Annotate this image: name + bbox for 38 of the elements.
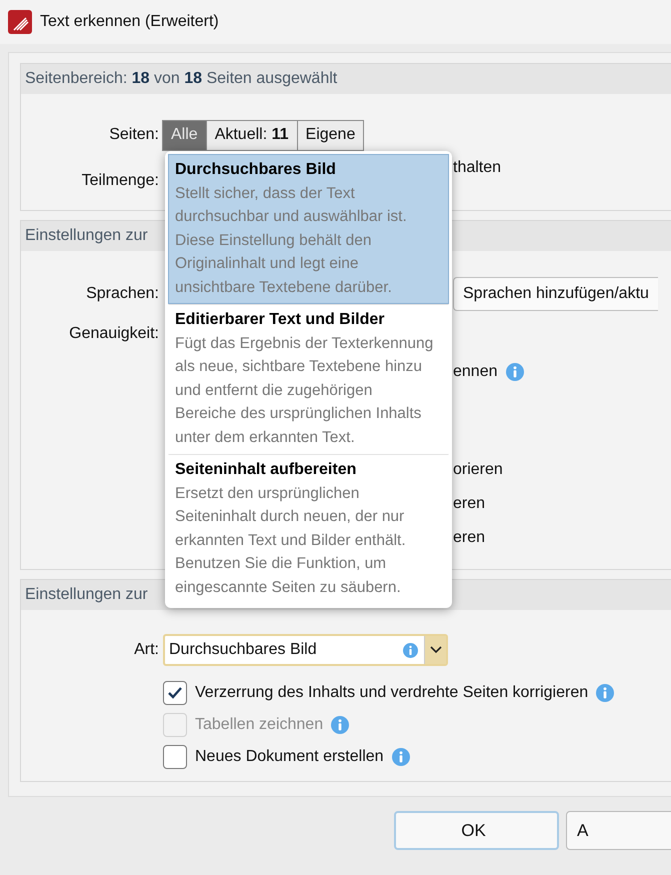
field-label: Genauigkeit: xyxy=(69,325,160,343)
option-label: ennen xyxy=(453,363,498,381)
info-icon[interactable] xyxy=(392,748,410,766)
group-header: Seitenbereich: 18 von 18 Seiten ausgewählt xyxy=(25,70,338,88)
checkbox[interactable] xyxy=(163,681,187,705)
option-label: orieren xyxy=(453,461,503,479)
menu-item[interactable]: Durchsuchbares Bild Stellt sicher, dass der Text durchsuchbar und auswählbar ist. Diese Einstellung behält den Originalinhalt und legt eine unsichtbare Textebene darüber. xyxy=(168,154,449,304)
segment-button[interactable]: Aktuell: 11 xyxy=(206,120,298,150)
menu-item-title: Durchsuchbares Bild xyxy=(175,160,337,180)
checkbox[interactable] xyxy=(163,745,187,769)
field-label: Sprachen: xyxy=(86,285,160,303)
option-label: eren xyxy=(453,495,486,513)
type-select[interactable]: Durchsuchbares Bild xyxy=(163,634,448,666)
segment-button[interactable]: Alle xyxy=(162,120,207,150)
dialog-button[interactable]: A xyxy=(566,811,671,850)
chevron-down-icon xyxy=(430,646,442,654)
info-icon[interactable] xyxy=(403,642,418,658)
info-icon[interactable] xyxy=(331,716,350,734)
checkmark-icon xyxy=(167,686,183,700)
dropdown-button[interactable] xyxy=(424,636,446,664)
checkbox-label: Verzerrung des Inhalts und verdrehte Seiten korrigieren xyxy=(195,684,588,702)
dialog-button[interactable]: OK xyxy=(394,811,559,850)
checkbox-label: Neues Dokument erstellen xyxy=(195,748,384,766)
languages-button[interactable]: Sprachen hinzufügen/aktu xyxy=(453,277,658,311)
field-label: Seiten: xyxy=(109,125,160,145)
menu-item-title: Editierbarer Text und Bilder xyxy=(175,310,386,330)
field-label: Teilmenge: xyxy=(82,171,160,191)
info-icon[interactable] xyxy=(596,684,614,702)
segment-button[interactable]: Eigene xyxy=(296,120,364,150)
info-icon[interactable] xyxy=(506,363,524,381)
menu-item-description: Fügt das Ergebnis der Texterkennung als neue, sichtbare Textebene hinzu und entfernt die zugehörigen Bereiche des ursprünglichen Inhalts unter dem erkannten Text. xyxy=(175,334,434,448)
option-label: eren xyxy=(453,529,486,547)
app-icon xyxy=(8,10,32,34)
menu-item-title: Seiteninhalt aufbereiten xyxy=(175,460,358,480)
checkbox-label: Tabellen zeichnen xyxy=(195,716,324,734)
field-label: Art: xyxy=(134,641,160,659)
window-title: Text erkennen (Erweitert) xyxy=(40,13,219,31)
option-label: thalten xyxy=(453,159,502,177)
